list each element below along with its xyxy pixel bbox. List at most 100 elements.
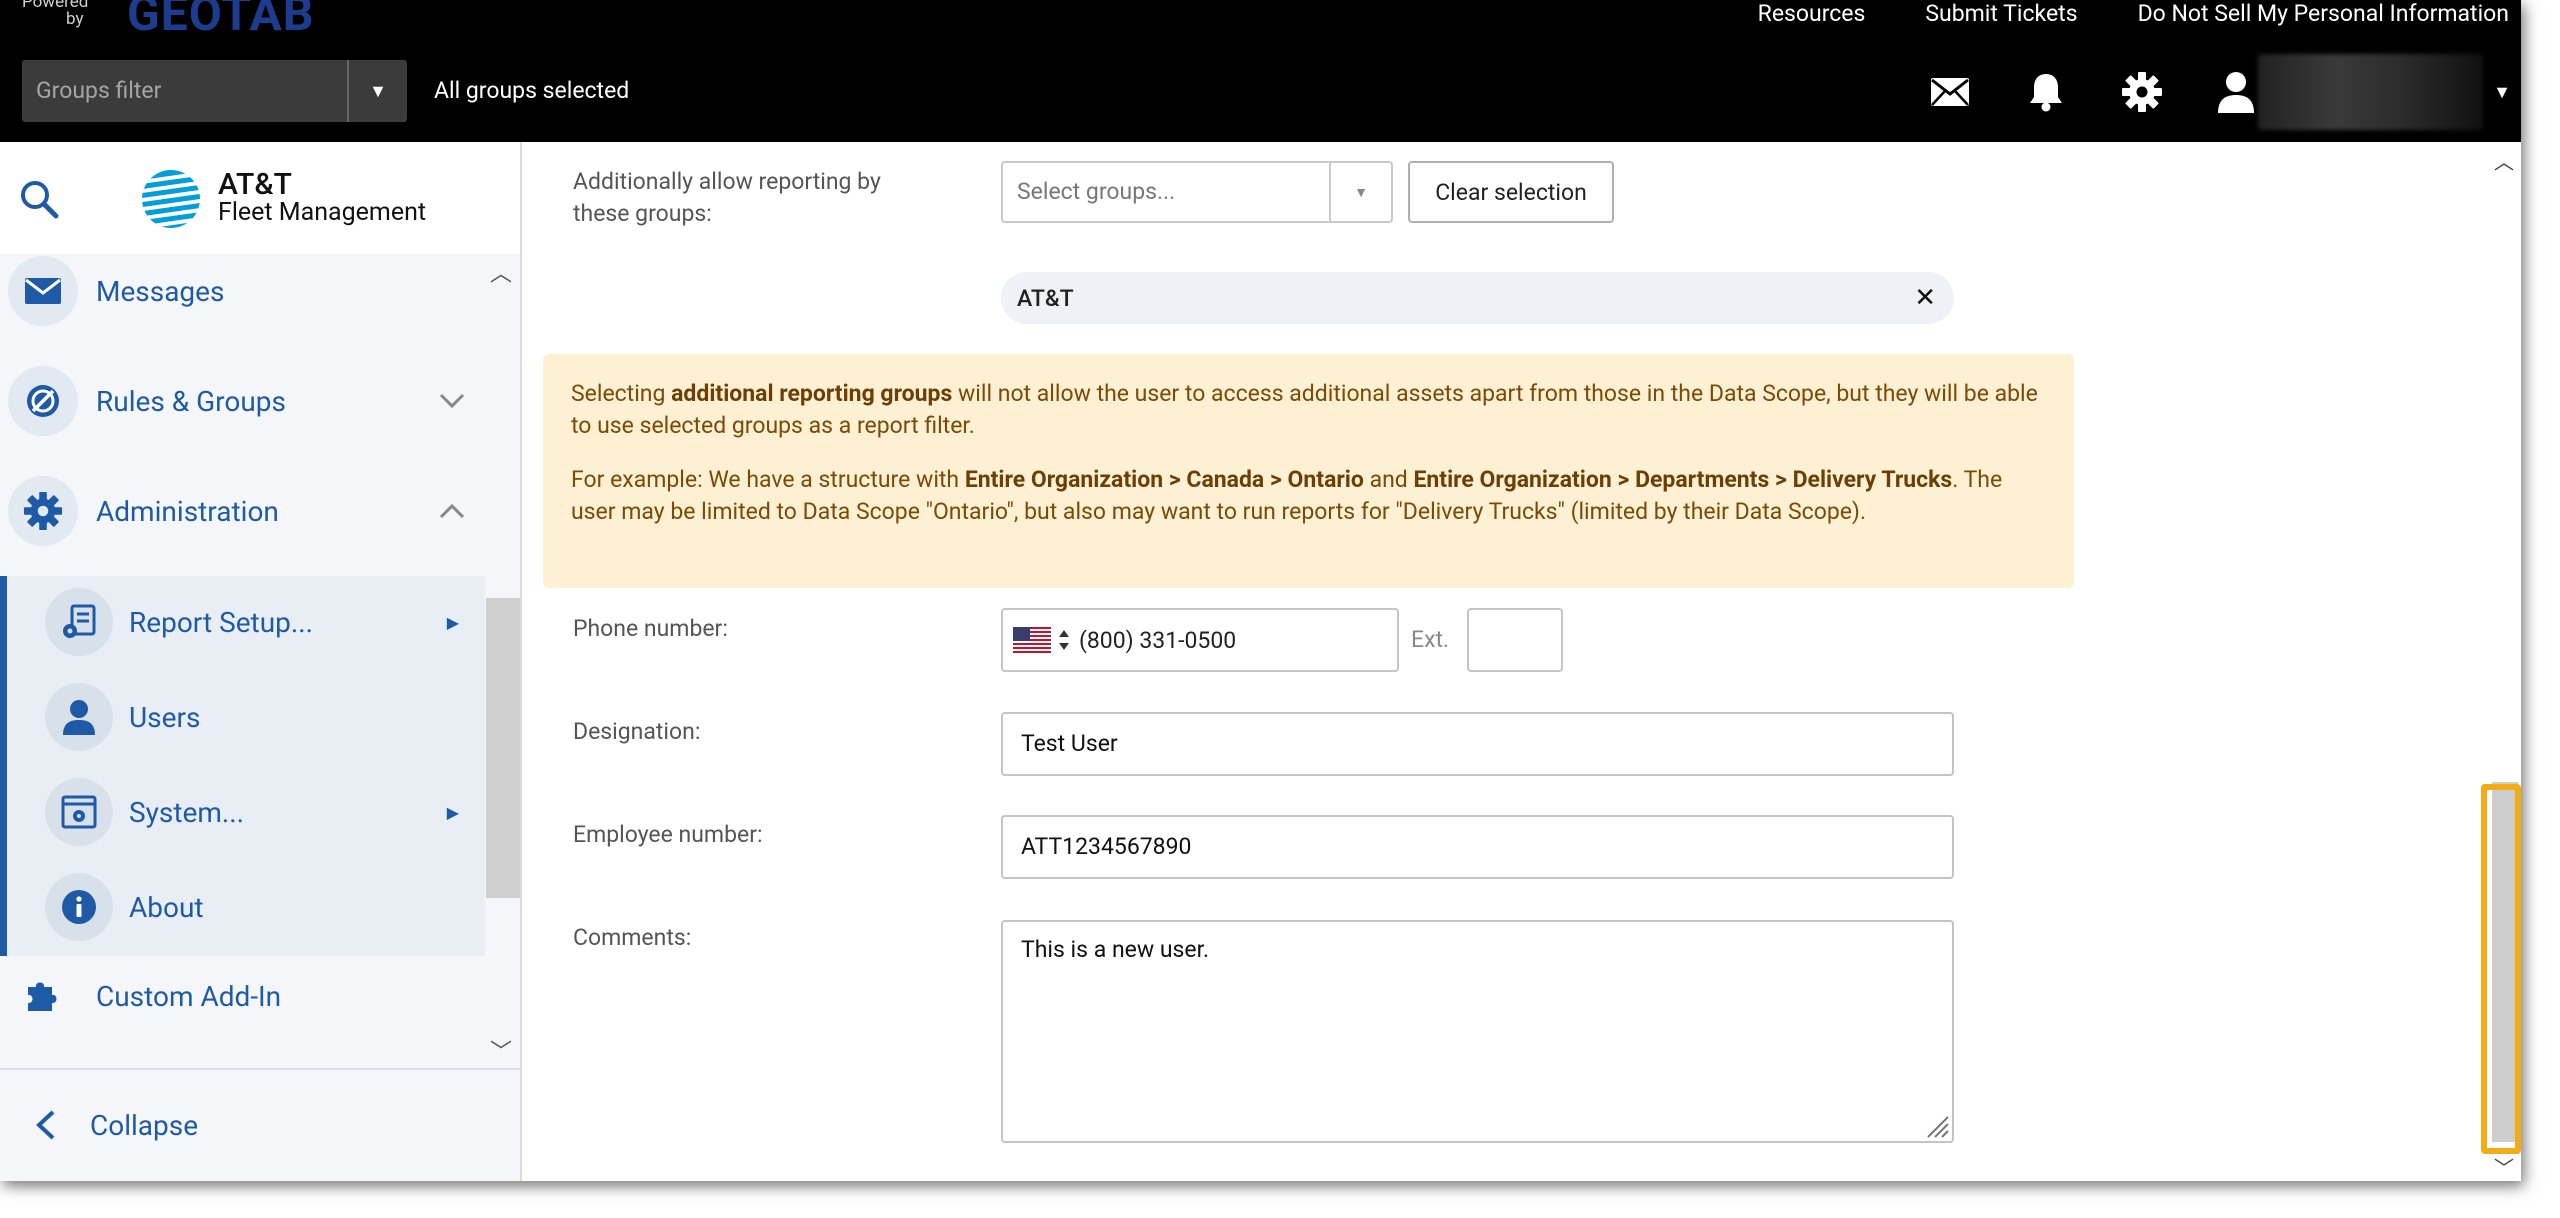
comments-field[interactable]: This is a new user. xyxy=(1001,920,1954,1143)
report-setup-icon xyxy=(45,588,113,656)
do-not-sell-link[interactable]: Do Not Sell My Personal Information xyxy=(2138,0,2509,30)
user-caret-icon[interactable]: ▼ xyxy=(2483,82,2521,103)
designation-field[interactable]: Test User xyxy=(1001,712,1954,776)
main-content: Additionally allow reporting by these gr… xyxy=(522,142,2521,1181)
sidebar-item-custom-addin[interactable]: Custom Add-In xyxy=(0,961,485,1031)
comments-text[interactable]: This is a new user. xyxy=(1021,936,1209,963)
administration-submenu: Report Setup... ▶ Users System... ▶ Abou… xyxy=(0,576,485,956)
sidebar-item-users[interactable]: Users xyxy=(45,683,485,751)
notice-bold-text: additional reporting groups xyxy=(671,380,953,407)
close-icon[interactable]: ✕ xyxy=(1914,283,1936,313)
clear-selection-button[interactable]: Clear selection xyxy=(1408,161,1614,223)
select-groups-input[interactable]: Select groups... xyxy=(1003,163,1329,221)
sidebar-item-rules-groups[interactable]: Rules & Groups xyxy=(0,366,485,436)
caret-down-icon: ▼ xyxy=(369,80,387,102)
groups-filter-dropdown-button[interactable]: ▼ xyxy=(347,60,407,122)
sidebar-item-label: Users xyxy=(129,700,201,734)
ext-label: Ext. xyxy=(1411,626,1450,653)
group-chip: AT&T ✕ xyxy=(1001,272,1954,324)
top-links: Resources Submit Tickets Do Not Sell My … xyxy=(1758,0,2509,30)
resize-grip-icon[interactable] xyxy=(1922,1111,1950,1139)
scroll-up-icon[interactable]: ︿ xyxy=(2494,146,2514,175)
country-selector-arrows-icon[interactable] xyxy=(1057,627,1071,653)
notifications-button[interactable] xyxy=(1998,58,2094,126)
sidebar-item-report-setup[interactable]: Report Setup... ▶ xyxy=(45,588,485,656)
submit-tickets-link[interactable]: Submit Tickets xyxy=(1925,0,2077,30)
collapse-label: Collapse xyxy=(90,1108,199,1142)
notice-bold-text: Entire Organization > Canada > Ontario xyxy=(964,466,1364,493)
settings-button[interactable] xyxy=(2094,58,2190,126)
employee-number-field[interactable]: ATT1234567890 xyxy=(1001,815,1954,879)
gear-icon xyxy=(8,476,78,546)
info-icon xyxy=(45,873,113,941)
sidebar-nav: Messages Rules & Groups Administration R… xyxy=(0,256,485,1056)
att-logo-text: AT&T Fleet Management xyxy=(218,170,427,227)
att-logo: AT&T Fleet Management xyxy=(140,168,426,230)
phone-number-input[interactable]: (800) 331-0500 xyxy=(1079,627,1236,654)
groups-status: All groups selected xyxy=(434,77,630,104)
submenu-arrow-icon: ▶ xyxy=(446,802,459,822)
collapse-button[interactable]: Collapse xyxy=(0,1068,520,1180)
notice-paragraph-1: Selecting additional reporting groups wi… xyxy=(571,378,2046,442)
group-chip-label: AT&T xyxy=(1017,284,1074,312)
geotab-logo: GEOTAB xyxy=(127,0,315,42)
groups-filter[interactable]: Groups filter ▼ xyxy=(22,60,407,122)
scrollbar-highlight-box xyxy=(2481,784,2521,1154)
sidebar-item-label: Messages xyxy=(96,274,225,308)
gear-icon xyxy=(2122,72,2162,112)
user-icon xyxy=(45,683,113,751)
sidebar-search-button[interactable] xyxy=(18,178,60,224)
bell-icon xyxy=(2030,74,2062,112)
sidebar-item-label: Rules & Groups xyxy=(96,384,286,418)
puzzle-icon xyxy=(8,961,78,1031)
user-icon xyxy=(2218,72,2254,113)
reporting-groups-label: Additionally allow reporting by these gr… xyxy=(573,168,881,227)
comments-label: Comments: xyxy=(573,924,692,951)
att-brand-line2: Fleet Management xyxy=(218,198,427,227)
user-name-redacted xyxy=(2258,54,2483,130)
sidebar: AT&T Fleet Management Messages Rules & G… xyxy=(0,142,522,1181)
resources-link[interactable]: Resources xyxy=(1758,0,1866,30)
caret-down-icon: ▼ xyxy=(1354,184,1368,201)
chevron-left-icon xyxy=(36,1110,55,1140)
sidebar-item-label: System... xyxy=(129,795,245,829)
submenu-arrow-icon: ▶ xyxy=(446,612,459,632)
sidebar-item-about[interactable]: About xyxy=(45,873,485,941)
sidebar-item-label: Administration xyxy=(96,494,279,528)
groups-filter-input[interactable]: Groups filter xyxy=(22,60,347,122)
chevron-down-icon xyxy=(439,393,465,409)
notice-text: Selecting xyxy=(571,380,672,407)
sidebar-item-administration[interactable]: Administration xyxy=(0,476,485,546)
sidebar-item-system[interactable]: System... ▶ xyxy=(45,778,485,846)
select-groups-dropdown[interactable]: Select groups... ▼ xyxy=(1001,161,1393,223)
notice-text: and xyxy=(1363,466,1414,493)
notice-bold-text: Entire Organization > Departments > Deli… xyxy=(1413,466,1953,493)
notice-text: For example: We have a structure with xyxy=(571,466,965,493)
top-bar: Powered by GEOTAB Resources Submit Ticke… xyxy=(0,0,2521,142)
search-icon xyxy=(21,181,59,219)
sidebar-scroll-thumb[interactable] xyxy=(486,598,520,898)
ext-field[interactable] xyxy=(1467,608,1563,672)
sidebar-scrollbar[interactable]: ︿ ﹀ xyxy=(486,256,520,1066)
mail-icon xyxy=(1931,78,1969,106)
system-icon xyxy=(45,778,113,846)
scroll-down-icon[interactable]: ﹀ xyxy=(2494,1152,2514,1181)
scroll-down-icon[interactable]: ﹀ xyxy=(490,1034,512,1066)
phone-number-label: Phone number: xyxy=(573,615,728,642)
powered-by-text: Powered by xyxy=(22,0,112,28)
designation-label: Designation: xyxy=(573,718,701,745)
powered-line2: by xyxy=(66,9,84,29)
sidebar-header: AT&T Fleet Management xyxy=(0,142,520,254)
us-flag-icon[interactable] xyxy=(1013,627,1051,653)
user-menu[interactable]: ▼ xyxy=(2190,54,2521,130)
scroll-up-icon[interactable]: ︿ xyxy=(490,256,512,288)
reporting-groups-notice: Selecting additional reporting groups wi… xyxy=(543,354,2074,588)
notice-paragraph-2: For example: We have a structure with En… xyxy=(571,464,2046,528)
employee-number-label: Employee number: xyxy=(573,821,763,848)
mail-button[interactable] xyxy=(1902,58,1998,126)
app-window: Powered by GEOTAB Resources Submit Ticke… xyxy=(0,0,2521,1181)
phone-number-field[interactable]: (800) 331-0500 xyxy=(1001,608,1399,672)
sidebar-item-label: Custom Add-In xyxy=(96,979,282,1013)
sidebar-item-messages[interactable]: Messages xyxy=(0,256,485,326)
select-groups-caret[interactable]: ▼ xyxy=(1329,163,1391,221)
